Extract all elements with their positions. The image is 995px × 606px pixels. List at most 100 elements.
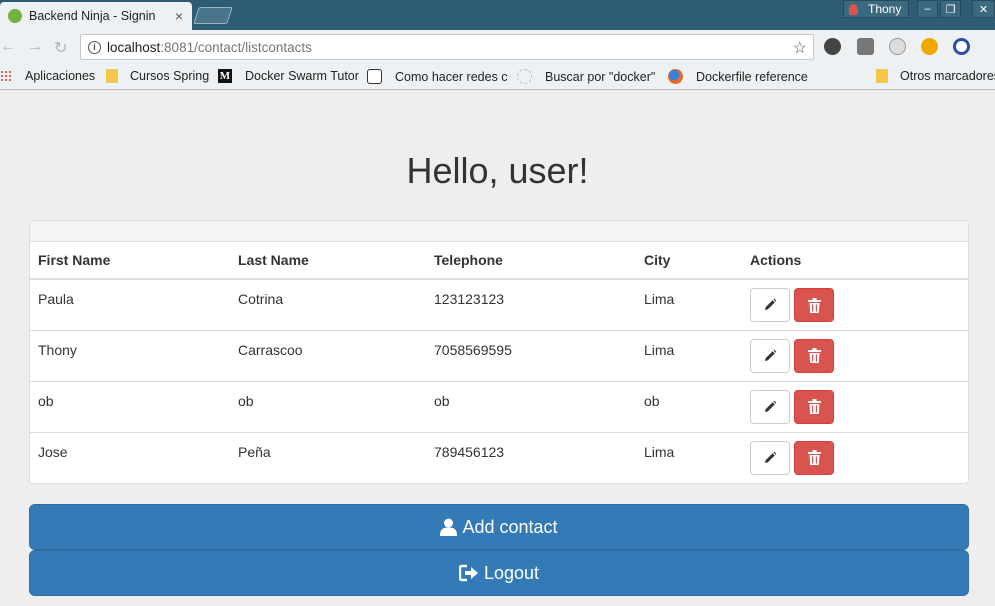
trash-icon (807, 399, 821, 414)
row-actions (742, 329, 968, 381)
bookmark-label: Buscar por "docker" (545, 69, 656, 84)
forward-arrow-icon[interactable]: → (27, 38, 43, 56)
table-cell: Lima (644, 291, 675, 307)
delete-button[interactable] (794, 440, 834, 475)
edit-button[interactable] (750, 389, 790, 424)
table-row: Paula Cotrina 123123123 Lima (30, 279, 968, 330)
browser-tab[interactable]: Backend Ninja - Signin × (0, 2, 192, 30)
delete-button[interactable] (794, 338, 834, 373)
bookmark-otros[interactable]: Otros marcadores (876, 69, 995, 83)
reload-icon[interactable]: ↻ (54, 38, 67, 58)
profile-name: Thony (868, 2, 902, 16)
edit-button[interactable] (750, 288, 790, 322)
tab-title: Backend Ninja - Signin (29, 9, 156, 23)
table-cell: Paula (38, 291, 74, 307)
trash-icon (807, 348, 821, 363)
trash-icon (807, 297, 821, 313)
table-row: Thony Carrascoo 7058569595 Lima (30, 329, 968, 381)
user-icon (440, 518, 458, 536)
extension-shield-icon[interactable] (857, 38, 874, 55)
new-tab-button[interactable] (193, 7, 233, 24)
row-actions (742, 279, 968, 330)
column-header: Telephone (426, 242, 636, 280)
logout-label: Logout (483, 562, 540, 583)
bookmark-label: Como hacer redes c (395, 69, 508, 84)
add-contact-label: Add contact (462, 516, 558, 537)
back-arrow-icon[interactable]: ← (0, 38, 16, 56)
bookmark-dockerfile[interactable]: Dockerfile reference (668, 69, 808, 84)
firefox-icon (668, 69, 683, 84)
address-bar[interactable]: i localhost :8081/contact/listcontacts ☆ (80, 34, 814, 60)
logout-icon (458, 564, 478, 582)
table-cell: 789456123 (426, 431, 636, 483)
column-header: City (636, 242, 742, 280)
spring-leaf-icon (8, 9, 22, 23)
edit-button[interactable] (750, 440, 790, 475)
table-row: ob ob ob ob (30, 380, 968, 432)
add-contact-button[interactable]: Add contact (29, 504, 969, 550)
table-cell: Peña (230, 431, 426, 483)
table-cell: Lima (636, 431, 742, 483)
table-cell: 7058569595 (426, 329, 636, 381)
table-cell: Thony (30, 329, 230, 381)
delete-button[interactable] (794, 288, 834, 322)
browser-toolbar: ← → ↻ i localhost :8081/contact/listcont… (0, 30, 995, 64)
bookmarks-bar: Aplicaciones Cursos Spring M Docker Swar… (0, 64, 995, 90)
column-header: Last Name (230, 242, 426, 280)
bookmark-label: Docker Swarm Tutor (245, 69, 359, 83)
page-heading: Hello, user! (406, 150, 589, 191)
url-host: localhost (107, 39, 161, 55)
table-header-row: First Name Last Name Telephone City Acti… (30, 242, 968, 280)
table-cell: ob (636, 380, 742, 432)
bookmark-star-icon[interactable]: ☆ (793, 38, 807, 58)
url-path: :8081/contact/listcontacts (160, 39, 312, 55)
bookmark-buscar-docker[interactable]: Buscar por "docker" (517, 69, 655, 84)
pencil-icon (763, 400, 777, 414)
table-cell: Jose (30, 431, 230, 483)
row-actions (742, 380, 968, 432)
trash-icon (807, 450, 821, 465)
pencil-icon (763, 349, 777, 363)
folder-icon (876, 69, 888, 83)
logout-button[interactable]: Logout (29, 550, 969, 596)
delete-button[interactable] (794, 389, 834, 424)
bookmark-label: Cursos Spring (130, 69, 210, 83)
bookmark-cursos-spring[interactable]: Cursos Spring (106, 69, 209, 83)
profile-button[interactable]: Thony (843, 0, 909, 18)
blank-page-icon (517, 69, 532, 84)
column-header: First Name (30, 242, 230, 280)
pencil-icon (763, 298, 777, 312)
table-cell: Cotrina (238, 291, 284, 307)
bookmark-apps[interactable]: Aplicaciones (0, 69, 95, 83)
table-cell: ob (30, 380, 230, 432)
row-actions (742, 431, 968, 483)
minimize-button[interactable]: – (917, 0, 938, 18)
bookmark-label: Aplicaciones (25, 69, 96, 83)
medium-icon: M (218, 69, 232, 83)
bookmark-redes[interactable]: Como hacer redes c (367, 69, 508, 84)
edit-button[interactable] (750, 338, 790, 373)
info-icon[interactable]: i (88, 40, 101, 54)
close-window-button[interactable]: ✕ (972, 0, 995, 18)
browser-titlebar: Backend Ninja - Signin × Thony – ❐ ✕ (0, 0, 995, 30)
panel-heading (30, 221, 968, 242)
bookmark-label: Dockerfile reference (696, 69, 808, 84)
profile-icon (849, 3, 858, 15)
table-cell: Carrascoo (230, 329, 426, 381)
extension-chat-icon[interactable] (824, 38, 841, 55)
extension-circle-icon[interactable] (889, 38, 906, 55)
column-header: Actions (742, 242, 968, 280)
apps-grid-icon (0, 70, 12, 82)
table-cell: Lima (636, 329, 742, 381)
folder-icon (106, 69, 118, 83)
extension-eye-icon[interactable] (921, 38, 938, 55)
extension-block-icon[interactable] (953, 38, 970, 55)
bookmark-docker-swarm[interactable]: M Docker Swarm Tutor (218, 69, 359, 83)
restore-button[interactable]: ❐ (940, 0, 961, 18)
table-cell: 123123123 (434, 291, 505, 307)
table-cell: ob (426, 380, 636, 432)
github-icon (367, 69, 382, 84)
tab-close-icon[interactable]: × (175, 8, 183, 24)
bookmark-label: Otros marcadores (900, 69, 995, 83)
pencil-icon (763, 451, 777, 465)
